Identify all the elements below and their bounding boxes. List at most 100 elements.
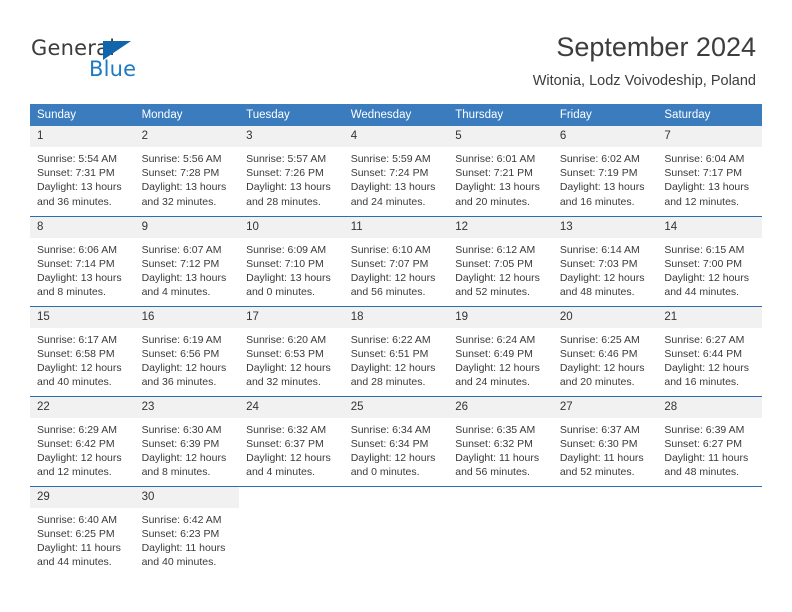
sunset-text: Sunset: 6:37 PM — [246, 437, 324, 450]
general-blue-logo[interactable]: General Blue — [31, 36, 211, 86]
daylight-text: Daylight: 12 hours and 36 minutes. — [141, 361, 227, 389]
day-cell[interactable]: 13 Sunrise: 6:14 AM Sunset: 7:03 PM Dayl… — [552, 215, 658, 306]
day-cell[interactable]: 11 Sunrise: 6:10 AM Sunset: 7:07 PM Dayl… — [343, 215, 449, 306]
day-number: 21 — [657, 306, 762, 328]
day-cell[interactable]: 22 Sunrise: 6:29 AM Sunset: 6:42 PM Dayl… — [30, 395, 135, 486]
calendar-header-row: Sunday Monday Tuesday Wednesday Thursday… — [30, 104, 762, 126]
day-number: 15 — [30, 306, 135, 328]
day-cell[interactable]: 10 Sunrise: 6:09 AM Sunset: 7:10 PM Dayl… — [239, 215, 344, 306]
day-number — [657, 486, 762, 508]
sunrise-text: Sunrise: 6:01 AM — [455, 153, 536, 165]
day-cell-empty — [657, 485, 762, 576]
sunrise-text: Sunrise: 6:12 AM — [455, 243, 536, 256]
day-cell[interactable]: 19 Sunrise: 6:24 AM Sunset: 6:49 PM Dayl… — [448, 305, 553, 396]
day-cell[interactable]: 5 Sunrise: 6:01 AM Sunset: 7:21 PM Dayli… — [448, 126, 553, 216]
day-cell[interactable]: 25 Sunrise: 6:34 AM Sunset: 6:34 PM Dayl… — [343, 395, 449, 486]
day-number: 13 — [552, 216, 658, 238]
day-number — [552, 486, 658, 508]
day-cell[interactable]: 15 Sunrise: 6:17 AM Sunset: 6:58 PM Dayl… — [30, 305, 135, 396]
week-row: 1 Sunrise: 5:54 AM Sunset: 7:31 PM Dayli… — [30, 126, 762, 216]
sunrise-text: Sunrise: 6:15 AM — [664, 243, 745, 256]
day-cell[interactable]: 2 Sunrise: 5:56 AM Sunset: 7:28 PM Dayli… — [134, 126, 240, 216]
day-details: Sunrise: 6:34 AM Sunset: 6:34 PM Dayligh… — [344, 418, 449, 480]
sunrise-text: Sunrise: 6:39 AM — [664, 423, 745, 436]
logo-text-blue: Blue — [89, 57, 137, 81]
day-details: Sunrise: 6:14 AM Sunset: 7:03 PM Dayligh… — [553, 238, 658, 300]
day-number — [239, 486, 344, 508]
daylight-text: Daylight: 12 hours and 12 minutes. — [37, 451, 122, 479]
daylight-text: Daylight: 13 hours and 36 minutes. — [37, 181, 122, 208]
calendar-body: 1 Sunrise: 5:54 AM Sunset: 7:31 PM Dayli… — [30, 126, 762, 576]
sunset-text: Sunset: 7:05 PM — [455, 257, 533, 270]
sunset-text: Sunset: 7:17 PM — [664, 167, 743, 180]
day-number: 9 — [134, 216, 240, 238]
day-number: 18 — [343, 306, 449, 328]
day-number: 26 — [448, 396, 553, 418]
weekday-header-tuesday: Tuesday — [239, 104, 344, 126]
sunset-text: Sunset: 6:56 PM — [141, 347, 220, 360]
sunrise-text: Sunrise: 6:40 AM — [37, 513, 117, 526]
day-details: Sunrise: 6:01 AM Sunset: 7:21 PM Dayligh… — [448, 147, 553, 209]
day-cell[interactable]: 3 Sunrise: 5:57 AM Sunset: 7:26 PM Dayli… — [239, 126, 344, 216]
day-details: Sunrise: 6:35 AM Sunset: 6:32 PM Dayligh… — [448, 418, 553, 480]
day-cell[interactable]: 14 Sunrise: 6:15 AM Sunset: 7:00 PM Dayl… — [657, 215, 762, 306]
daylight-text: Daylight: 12 hours and 52 minutes. — [455, 271, 540, 299]
sunrise-text: Sunrise: 5:59 AM — [350, 153, 431, 165]
day-cell[interactable]: 4 Sunrise: 5:59 AM Sunset: 7:24 PM Dayli… — [343, 126, 449, 216]
daylight-text: Daylight: 11 hours and 44 minutes. — [37, 541, 121, 569]
sunset-text: Sunset: 7:00 PM — [664, 257, 743, 270]
daylight-text: Daylight: 11 hours and 40 minutes. — [141, 541, 226, 569]
day-cell[interactable]: 23 Sunrise: 6:30 AM Sunset: 6:39 PM Dayl… — [134, 395, 240, 486]
week-row: 29 Sunrise: 6:40 AM Sunset: 6:25 PM Dayl… — [30, 485, 762, 576]
sunset-text: Sunset: 6:39 PM — [141, 437, 220, 450]
sunset-text: Sunset: 6:30 PM — [559, 437, 638, 450]
sunset-text: Sunset: 6:25 PM — [37, 527, 115, 540]
sunrise-text: Sunrise: 6:19 AM — [141, 333, 222, 346]
week-row: 15 Sunrise: 6:17 AM Sunset: 6:58 PM Dayl… — [30, 305, 762, 396]
sunrise-text: Sunrise: 6:34 AM — [350, 423, 431, 436]
day-cell[interactable]: 20 Sunrise: 6:25 AM Sunset: 6:46 PM Dayl… — [552, 305, 658, 396]
day-cell[interactable]: 29 Sunrise: 6:40 AM Sunset: 6:25 PM Dayl… — [30, 485, 135, 576]
day-details: Sunrise: 6:09 AM Sunset: 7:10 PM Dayligh… — [239, 238, 344, 300]
sunrise-text: Sunrise: 5:56 AM — [141, 153, 222, 165]
day-cell[interactable]: 27 Sunrise: 6:37 AM Sunset: 6:30 PM Dayl… — [552, 395, 658, 486]
sunset-text: Sunset: 7:24 PM — [350, 167, 429, 180]
day-cell[interactable]: 21 Sunrise: 6:27 AM Sunset: 6:44 PM Dayl… — [657, 305, 762, 396]
day-details: Sunrise: 5:57 AM Sunset: 7:26 PM Dayligh… — [239, 147, 344, 209]
sunrise-text: Sunrise: 6:29 AM — [37, 423, 117, 436]
day-cell[interactable]: 18 Sunrise: 6:22 AM Sunset: 6:51 PM Dayl… — [343, 305, 449, 396]
day-number: 8 — [30, 216, 135, 238]
day-number: 30 — [134, 486, 240, 508]
day-cell[interactable]: 24 Sunrise: 6:32 AM Sunset: 6:37 PM Dayl… — [239, 395, 344, 486]
sunset-text: Sunset: 7:19 PM — [559, 167, 638, 180]
week-row: 22 Sunrise: 6:29 AM Sunset: 6:42 PM Dayl… — [30, 395, 762, 486]
day-cell[interactable]: 28 Sunrise: 6:39 AM Sunset: 6:27 PM Dayl… — [657, 395, 762, 486]
day-cell[interactable]: 30 Sunrise: 6:42 AM Sunset: 6:23 PM Dayl… — [134, 485, 240, 576]
daylight-text: Daylight: 13 hours and 0 minutes. — [246, 271, 331, 299]
sunset-text: Sunset: 6:46 PM — [559, 347, 638, 360]
day-cell[interactable]: 9 Sunrise: 6:07 AM Sunset: 7:12 PM Dayli… — [134, 215, 240, 306]
daylight-text: Daylight: 12 hours and 28 minutes. — [350, 361, 436, 389]
day-cell[interactable]: 1 Sunrise: 5:54 AM Sunset: 7:31 PM Dayli… — [30, 126, 135, 216]
sunset-text: Sunset: 6:42 PM — [37, 437, 115, 450]
day-cell[interactable]: 16 Sunrise: 6:19 AM Sunset: 6:56 PM Dayl… — [134, 305, 240, 396]
sunrise-text: Sunrise: 6:25 AM — [559, 333, 640, 346]
sunset-text: Sunset: 6:34 PM — [350, 437, 429, 450]
sunrise-text: Sunrise: 6:02 AM — [559, 153, 640, 165]
day-cell[interactable]: 8 Sunrise: 6:06 AM Sunset: 7:14 PM Dayli… — [30, 215, 135, 306]
day-cell[interactable]: 6 Sunrise: 6:02 AM Sunset: 7:19 PM Dayli… — [552, 126, 658, 216]
sunset-text: Sunset: 7:10 PM — [246, 257, 324, 270]
sunset-text: Sunset: 7:26 PM — [246, 167, 324, 180]
day-number: 28 — [657, 396, 762, 418]
title-block: September 2024 Witonia, Lodz Voivodeship… — [533, 30, 756, 90]
day-cell[interactable]: 7 Sunrise: 6:04 AM Sunset: 7:17 PM Dayli… — [657, 126, 762, 216]
sunrise-text: Sunrise: 6:22 AM — [350, 333, 431, 346]
sunrise-text: Sunrise: 6:09 AM — [246, 243, 327, 256]
daylight-text: Daylight: 12 hours and 40 minutes. — [37, 361, 122, 389]
daylight-text: Daylight: 13 hours and 32 minutes. — [141, 181, 227, 208]
day-cell[interactable]: 12 Sunrise: 6:12 AM Sunset: 7:05 PM Dayl… — [448, 215, 553, 306]
calendar-grid: Sunday Monday Tuesday Wednesday Thursday… — [30, 104, 762, 576]
day-cell[interactable]: 17 Sunrise: 6:20 AM Sunset: 6:53 PM Dayl… — [239, 305, 344, 396]
sunset-text: Sunset: 6:49 PM — [455, 347, 533, 360]
day-cell[interactable]: 26 Sunrise: 6:35 AM Sunset: 6:32 PM Dayl… — [448, 395, 553, 486]
